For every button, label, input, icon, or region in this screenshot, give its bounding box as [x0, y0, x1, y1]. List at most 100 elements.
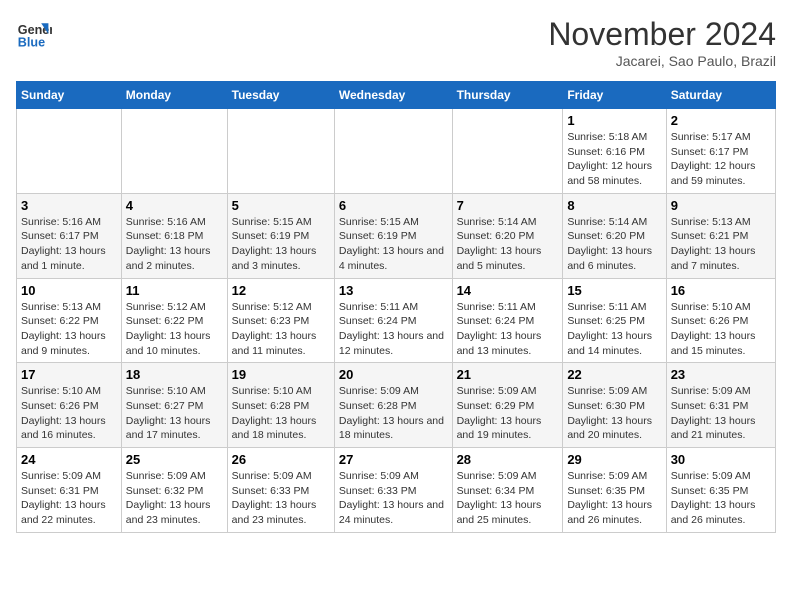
- col-header-friday: Friday: [563, 82, 666, 109]
- day-cell: 19 Sunrise: 5:10 AM Sunset: 6:28 PM Dayli…: [227, 363, 334, 448]
- week-row-1: 3Sunrise: 5:16 AM Sunset: 6:17 PM Daylig…: [17, 193, 776, 278]
- day-number: 3: [21, 198, 117, 213]
- logo: General Blue: [16, 16, 52, 52]
- day-cell: 30Sunrise: 5:09 AM Sunset: 6:35 PM Dayli…: [666, 448, 775, 533]
- day-number: 4: [126, 198, 223, 213]
- day-info: Sunrise: 5:15 AM Sunset: 6:19 PM Dayligh…: [232, 215, 330, 274]
- week-row-0: 1 Sunrise: 5:18 AM Sunset: 6:16 PM Daylig…: [17, 109, 776, 194]
- day-number: 15: [567, 283, 661, 298]
- day-info: Sunrise: 5:11 AM Sunset: 6:24 PM Dayligh…: [339, 300, 448, 359]
- calendar-table: SundayMondayTuesdayWednesdayThursdayFrid…: [16, 81, 776, 533]
- day-info: Sunrise: 5:15 AM Sunset: 6:19 PM Dayligh…: [339, 215, 448, 274]
- day-cell: [452, 109, 563, 194]
- day-number: 26: [232, 452, 330, 467]
- day-number: 20: [339, 367, 448, 382]
- day-cell: 9 Sunrise: 5:13 AM Sunset: 6:21 PM Daylig…: [666, 193, 775, 278]
- day-cell: 3Sunrise: 5:16 AM Sunset: 6:17 PM Daylig…: [17, 193, 122, 278]
- day-number: 17: [21, 367, 117, 382]
- day-cell: 26 Sunrise: 5:09 AM Sunset: 6:33 PM Dayli…: [227, 448, 334, 533]
- day-info: Sunrise: 5:14 AM Sunset: 6:20 PM Dayligh…: [567, 215, 661, 274]
- day-info: Sunrise: 5:09 AM Sunset: 6:32 PM Dayligh…: [126, 469, 223, 528]
- col-header-monday: Monday: [121, 82, 227, 109]
- day-info: Sunrise: 5:13 AM Sunset: 6:22 PM Dayligh…: [21, 300, 117, 359]
- day-info: Sunrise: 5:09 AM Sunset: 6:35 PM Dayligh…: [671, 469, 771, 528]
- day-number: 11: [126, 283, 223, 298]
- day-info: Sunrise: 5:16 AM Sunset: 6:18 PM Dayligh…: [126, 215, 223, 274]
- day-info: Sunrise: 5:10 AM Sunset: 6:26 PM Dayligh…: [671, 300, 771, 359]
- col-header-thursday: Thursday: [452, 82, 563, 109]
- day-cell: 18Sunrise: 5:10 AM Sunset: 6:27 PM Dayli…: [121, 363, 227, 448]
- day-cell: 8 Sunrise: 5:14 AM Sunset: 6:20 PM Daylig…: [563, 193, 666, 278]
- day-info: Sunrise: 5:12 AM Sunset: 6:22 PM Dayligh…: [126, 300, 223, 359]
- day-number: 28: [457, 452, 559, 467]
- month-title: November 2024: [548, 16, 776, 53]
- day-info: Sunrise: 5:09 AM Sunset: 6:34 PM Dayligh…: [457, 469, 559, 528]
- col-header-saturday: Saturday: [666, 82, 775, 109]
- day-number: 16: [671, 283, 771, 298]
- day-cell: 5 Sunrise: 5:15 AM Sunset: 6:19 PM Daylig…: [227, 193, 334, 278]
- day-info: Sunrise: 5:09 AM Sunset: 6:35 PM Dayligh…: [567, 469, 661, 528]
- day-cell: 11 Sunrise: 5:12 AM Sunset: 6:22 PM Dayli…: [121, 278, 227, 363]
- calendar-header-row: SundayMondayTuesdayWednesdayThursdayFrid…: [17, 82, 776, 109]
- day-cell: 20 Sunrise: 5:09 AM Sunset: 6:28 PM Dayli…: [334, 363, 452, 448]
- day-number: 22: [567, 367, 661, 382]
- day-info: Sunrise: 5:09 AM Sunset: 6:33 PM Dayligh…: [232, 469, 330, 528]
- col-header-sunday: Sunday: [17, 82, 122, 109]
- day-info: Sunrise: 5:09 AM Sunset: 6:31 PM Dayligh…: [671, 384, 771, 443]
- day-number: 25: [126, 452, 223, 467]
- day-info: Sunrise: 5:11 AM Sunset: 6:24 PM Dayligh…: [457, 300, 559, 359]
- day-cell: [17, 109, 122, 194]
- day-info: Sunrise: 5:18 AM Sunset: 6:16 PM Dayligh…: [567, 130, 661, 189]
- day-cell: [334, 109, 452, 194]
- logo-icon: General Blue: [16, 16, 52, 52]
- day-number: 27: [339, 452, 448, 467]
- calendar-body: 1 Sunrise: 5:18 AM Sunset: 6:16 PM Daylig…: [17, 109, 776, 533]
- day-cell: 17Sunrise: 5:10 AM Sunset: 6:26 PM Dayli…: [17, 363, 122, 448]
- day-cell: 16 Sunrise: 5:10 AM Sunset: 6:26 PM Dayli…: [666, 278, 775, 363]
- day-number: 5: [232, 198, 330, 213]
- day-info: Sunrise: 5:09 AM Sunset: 6:28 PM Dayligh…: [339, 384, 448, 443]
- day-number: 1: [567, 113, 661, 128]
- day-number: 8: [567, 198, 661, 213]
- day-number: 24: [21, 452, 117, 467]
- day-cell: 28 Sunrise: 5:09 AM Sunset: 6:34 PM Dayli…: [452, 448, 563, 533]
- col-header-wednesday: Wednesday: [334, 82, 452, 109]
- day-cell: 4 Sunrise: 5:16 AM Sunset: 6:18 PM Daylig…: [121, 193, 227, 278]
- day-info: Sunrise: 5:09 AM Sunset: 6:31 PM Dayligh…: [21, 469, 117, 528]
- day-info: Sunrise: 5:12 AM Sunset: 6:23 PM Dayligh…: [232, 300, 330, 359]
- header: General Blue November 2024 Jacarei, Sao …: [16, 16, 776, 69]
- day-cell: 22 Sunrise: 5:09 AM Sunset: 6:30 PM Dayli…: [563, 363, 666, 448]
- day-cell: 14Sunrise: 5:11 AM Sunset: 6:24 PM Dayli…: [452, 278, 563, 363]
- day-cell: 25 Sunrise: 5:09 AM Sunset: 6:32 PM Dayli…: [121, 448, 227, 533]
- day-cell: 21 Sunrise: 5:09 AM Sunset: 6:29 PM Dayli…: [452, 363, 563, 448]
- day-number: 9: [671, 198, 771, 213]
- day-info: Sunrise: 5:10 AM Sunset: 6:28 PM Dayligh…: [232, 384, 330, 443]
- day-cell: 27Sunrise: 5:09 AM Sunset: 6:33 PM Dayli…: [334, 448, 452, 533]
- day-number: 7: [457, 198, 559, 213]
- day-number: 10: [21, 283, 117, 298]
- day-info: Sunrise: 5:17 AM Sunset: 6:17 PM Dayligh…: [671, 130, 771, 189]
- day-info: Sunrise: 5:09 AM Sunset: 6:29 PM Dayligh…: [457, 384, 559, 443]
- day-number: 23: [671, 367, 771, 382]
- title-area: November 2024 Jacarei, Sao Paulo, Brazil: [548, 16, 776, 69]
- day-cell: [121, 109, 227, 194]
- day-cell: 6 Sunrise: 5:15 AM Sunset: 6:19 PM Daylig…: [334, 193, 452, 278]
- day-info: Sunrise: 5:10 AM Sunset: 6:27 PM Dayligh…: [126, 384, 223, 443]
- day-number: 6: [339, 198, 448, 213]
- day-cell: 2Sunrise: 5:17 AM Sunset: 6:17 PM Daylig…: [666, 109, 775, 194]
- week-row-4: 24 Sunrise: 5:09 AM Sunset: 6:31 PM Dayli…: [17, 448, 776, 533]
- day-number: 21: [457, 367, 559, 382]
- day-info: Sunrise: 5:13 AM Sunset: 6:21 PM Dayligh…: [671, 215, 771, 274]
- day-info: Sunrise: 5:09 AM Sunset: 6:30 PM Dayligh…: [567, 384, 661, 443]
- day-cell: 29Sunrise: 5:09 AM Sunset: 6:35 PM Dayli…: [563, 448, 666, 533]
- week-row-3: 17Sunrise: 5:10 AM Sunset: 6:26 PM Dayli…: [17, 363, 776, 448]
- day-number: 19: [232, 367, 330, 382]
- day-number: 12: [232, 283, 330, 298]
- day-cell: 1 Sunrise: 5:18 AM Sunset: 6:16 PM Daylig…: [563, 109, 666, 194]
- location-subtitle: Jacarei, Sao Paulo, Brazil: [548, 53, 776, 69]
- day-cell: 23 Sunrise: 5:09 AM Sunset: 6:31 PM Dayli…: [666, 363, 775, 448]
- day-cell: 7Sunrise: 5:14 AM Sunset: 6:20 PM Daylig…: [452, 193, 563, 278]
- day-cell: 10 Sunrise: 5:13 AM Sunset: 6:22 PM Dayli…: [17, 278, 122, 363]
- day-info: Sunrise: 5:11 AM Sunset: 6:25 PM Dayligh…: [567, 300, 661, 359]
- day-cell: [227, 109, 334, 194]
